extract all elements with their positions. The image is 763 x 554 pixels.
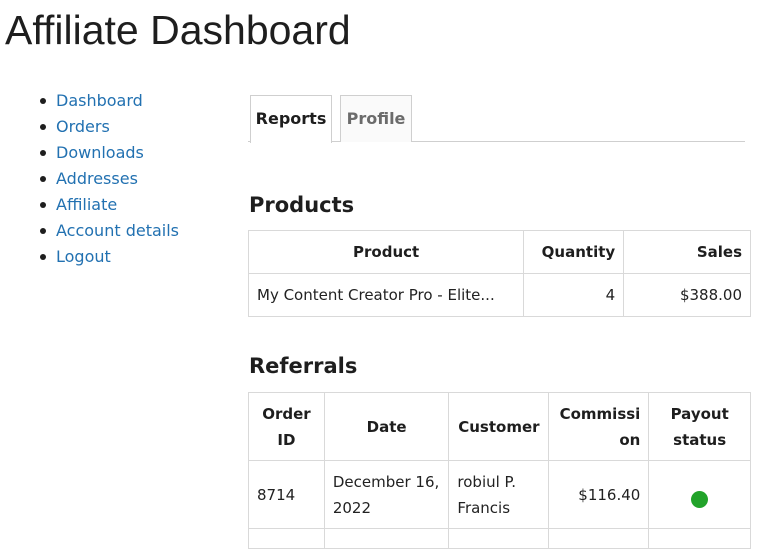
cell-line: December 16, — [332, 472, 440, 491]
empty-cell — [323, 528, 450, 549]
payout-status-dot-icon — [691, 490, 709, 508]
nav-list: Dashboard Orders Downloads Addresses Aff… — [40, 88, 240, 270]
column-header-customer: Customer — [448, 392, 550, 461]
nav-item-orders: Orders — [40, 114, 240, 140]
nav-item-logout: Logout — [40, 244, 240, 270]
table-row: My Content Creator Pro - Elite... 4 $388… — [247, 273, 751, 317]
nav-item-addresses: Addresses — [40, 166, 240, 192]
empty-cell — [548, 528, 650, 549]
referral-payout-status-cell — [648, 460, 751, 529]
column-header-product: Product — [247, 230, 525, 274]
column-header-commission: Commissi on — [548, 392, 650, 461]
tab-profile[interactable]: Profile — [340, 95, 412, 142]
bullet-icon — [40, 150, 46, 156]
dashboard-tabs: Reports Profile — [248, 95, 745, 143]
nav-link-downloads[interactable]: Downloads — [56, 143, 144, 162]
empty-cell — [248, 528, 325, 549]
bullet-icon — [40, 254, 46, 260]
bullet-icon — [40, 202, 46, 208]
nav-link-addresses[interactable]: Addresses — [56, 169, 138, 188]
empty-cell — [648, 528, 751, 549]
bullet-icon — [40, 98, 46, 104]
referral-customer-cell: robiul P. Francis — [448, 460, 550, 529]
products-table: Product Quantity Sales My Content Creato… — [247, 230, 751, 317]
product-name-cell: My Content Creator Pro - Elite... — [247, 273, 525, 317]
cell-line: Francis — [457, 498, 511, 517]
nav-item-downloads: Downloads — [40, 140, 240, 166]
page: Affiliate Dashboard Dashboard Orders Dow… — [0, 0, 763, 554]
empty-cell — [448, 528, 550, 549]
bullet-icon — [40, 176, 46, 182]
bullet-icon — [40, 228, 46, 234]
nav-link-account-details[interactable]: Account details — [56, 221, 179, 240]
nav-link-logout[interactable]: Logout — [56, 247, 111, 266]
nav-item-account-details: Account details — [40, 218, 240, 244]
nav-link-affiliate[interactable]: Affiliate — [56, 195, 117, 214]
column-header-payout-status: Payout status — [648, 392, 751, 461]
header-line: Commissi — [559, 404, 641, 423]
products-heading: Products — [249, 193, 355, 217]
cell-line: robiul P. — [457, 472, 517, 491]
referral-order-id-cell: 8714 — [248, 460, 325, 529]
header-line: status — [673, 430, 727, 449]
column-header-order-id: Order ID — [248, 392, 325, 461]
cell-line: 2022 — [332, 498, 372, 517]
referrals-table: Order ID Date Customer Commissi on Payout s… — [248, 392, 751, 549]
nav-link-dashboard[interactable]: Dashboard — [56, 91, 143, 110]
bullet-icon — [40, 124, 46, 130]
header-line: Order — [262, 404, 311, 423]
table-row — [248, 528, 751, 549]
column-header-date: Date — [323, 392, 450, 461]
referral-date-cell: December 16, 2022 — [323, 460, 450, 529]
table-header-row: Product Quantity Sales — [247, 230, 751, 274]
table-row: 8714 December 16, 2022 robiul P. Francis $… — [248, 460, 751, 529]
referrals-heading: Referrals — [249, 354, 358, 378]
tab-reports[interactable]: Reports — [250, 95, 332, 143]
nav-item-affiliate: Affiliate — [40, 192, 240, 218]
referral-commission-cell: $116.40 — [548, 460, 650, 529]
column-header-sales: Sales — [623, 230, 751, 274]
column-header-quantity: Quantity — [523, 230, 625, 274]
account-navigation: Dashboard Orders Downloads Addresses Aff… — [40, 88, 240, 270]
product-quantity-cell: 4 — [523, 273, 625, 317]
nav-item-dashboard: Dashboard — [40, 88, 240, 114]
header-line: on — [619, 430, 641, 449]
nav-link-orders[interactable]: Orders — [56, 117, 110, 136]
product-sales-cell: $388.00 — [623, 273, 751, 317]
header-line: ID — [277, 430, 296, 449]
table-header-row: Order ID Date Customer Commissi on Payout s… — [248, 392, 751, 461]
header-line: Payout — [670, 404, 729, 423]
page-title: Affiliate Dashboard — [5, 7, 351, 53]
